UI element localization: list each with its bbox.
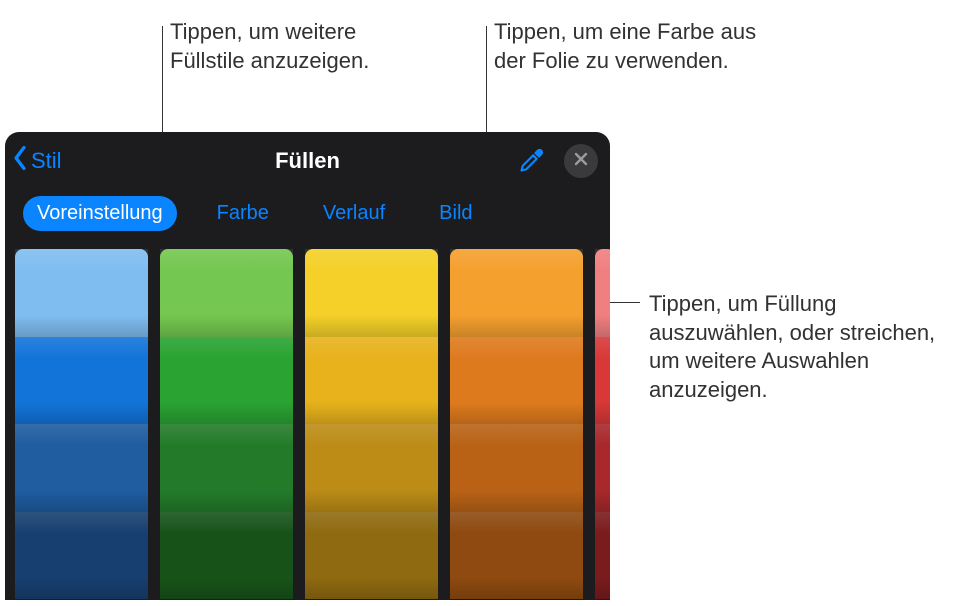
color-swatch[interactable]: [160, 249, 293, 337]
callout-fill-styles: Tippen, um weitere Füllstile anzuzeigen.: [170, 18, 430, 75]
color-swatch[interactable]: [595, 337, 610, 425]
color-swatch[interactable]: [450, 337, 583, 425]
tab-preset[interactable]: Voreinstellung: [23, 196, 177, 231]
close-icon: [574, 152, 588, 171]
tab-color[interactable]: Farbe: [203, 196, 283, 231]
color-swatch[interactable]: [160, 424, 293, 512]
color-swatch[interactable]: [595, 512, 610, 600]
panel-header: Stil Füllen: [5, 132, 610, 190]
callout-eyedropper: Tippen, um eine Farbe aus der Folie zu v…: [494, 18, 774, 75]
back-button-label: Stil: [31, 148, 62, 174]
close-button[interactable]: [564, 144, 598, 178]
tab-image[interactable]: Bild: [425, 196, 486, 231]
swatch-column: [450, 249, 583, 599]
eyedropper-icon: [518, 146, 546, 179]
tab-gradient[interactable]: Verlauf: [309, 196, 399, 231]
color-swatch[interactable]: [15, 424, 148, 512]
color-swatch[interactable]: [595, 249, 610, 337]
color-swatch[interactable]: [305, 424, 438, 512]
color-swatch[interactable]: [15, 337, 148, 425]
color-swatch[interactable]: [160, 337, 293, 425]
color-swatch[interactable]: [450, 249, 583, 337]
color-swatch[interactable]: [305, 337, 438, 425]
chevron-left-icon: [11, 145, 29, 177]
fill-tabs: Voreinstellung Farbe Verlauf Bild: [5, 190, 610, 243]
swatch-grid: [15, 249, 610, 599]
swatch-column: [305, 249, 438, 599]
callout-swatches: Tippen, um Füllung auszuwählen, oder str…: [649, 290, 954, 404]
back-button[interactable]: Stil: [11, 132, 62, 190]
swatch-column: [160, 249, 293, 599]
color-swatch[interactable]: [450, 512, 583, 600]
color-swatch[interactable]: [305, 512, 438, 600]
color-swatch[interactable]: [160, 512, 293, 600]
fill-panel: Stil Füllen Voreinstellung Farbe: [5, 132, 610, 600]
color-swatch[interactable]: [450, 424, 583, 512]
swatch-column: [595, 249, 610, 599]
swatch-column: [15, 249, 148, 599]
panel-title: Füllen: [275, 148, 340, 174]
color-swatch[interactable]: [595, 424, 610, 512]
color-swatch[interactable]: [15, 249, 148, 337]
color-swatch[interactable]: [305, 249, 438, 337]
swatch-scroll-area[interactable]: [5, 243, 610, 599]
color-swatch[interactable]: [15, 512, 148, 600]
eyedropper-button[interactable]: [516, 146, 548, 178]
